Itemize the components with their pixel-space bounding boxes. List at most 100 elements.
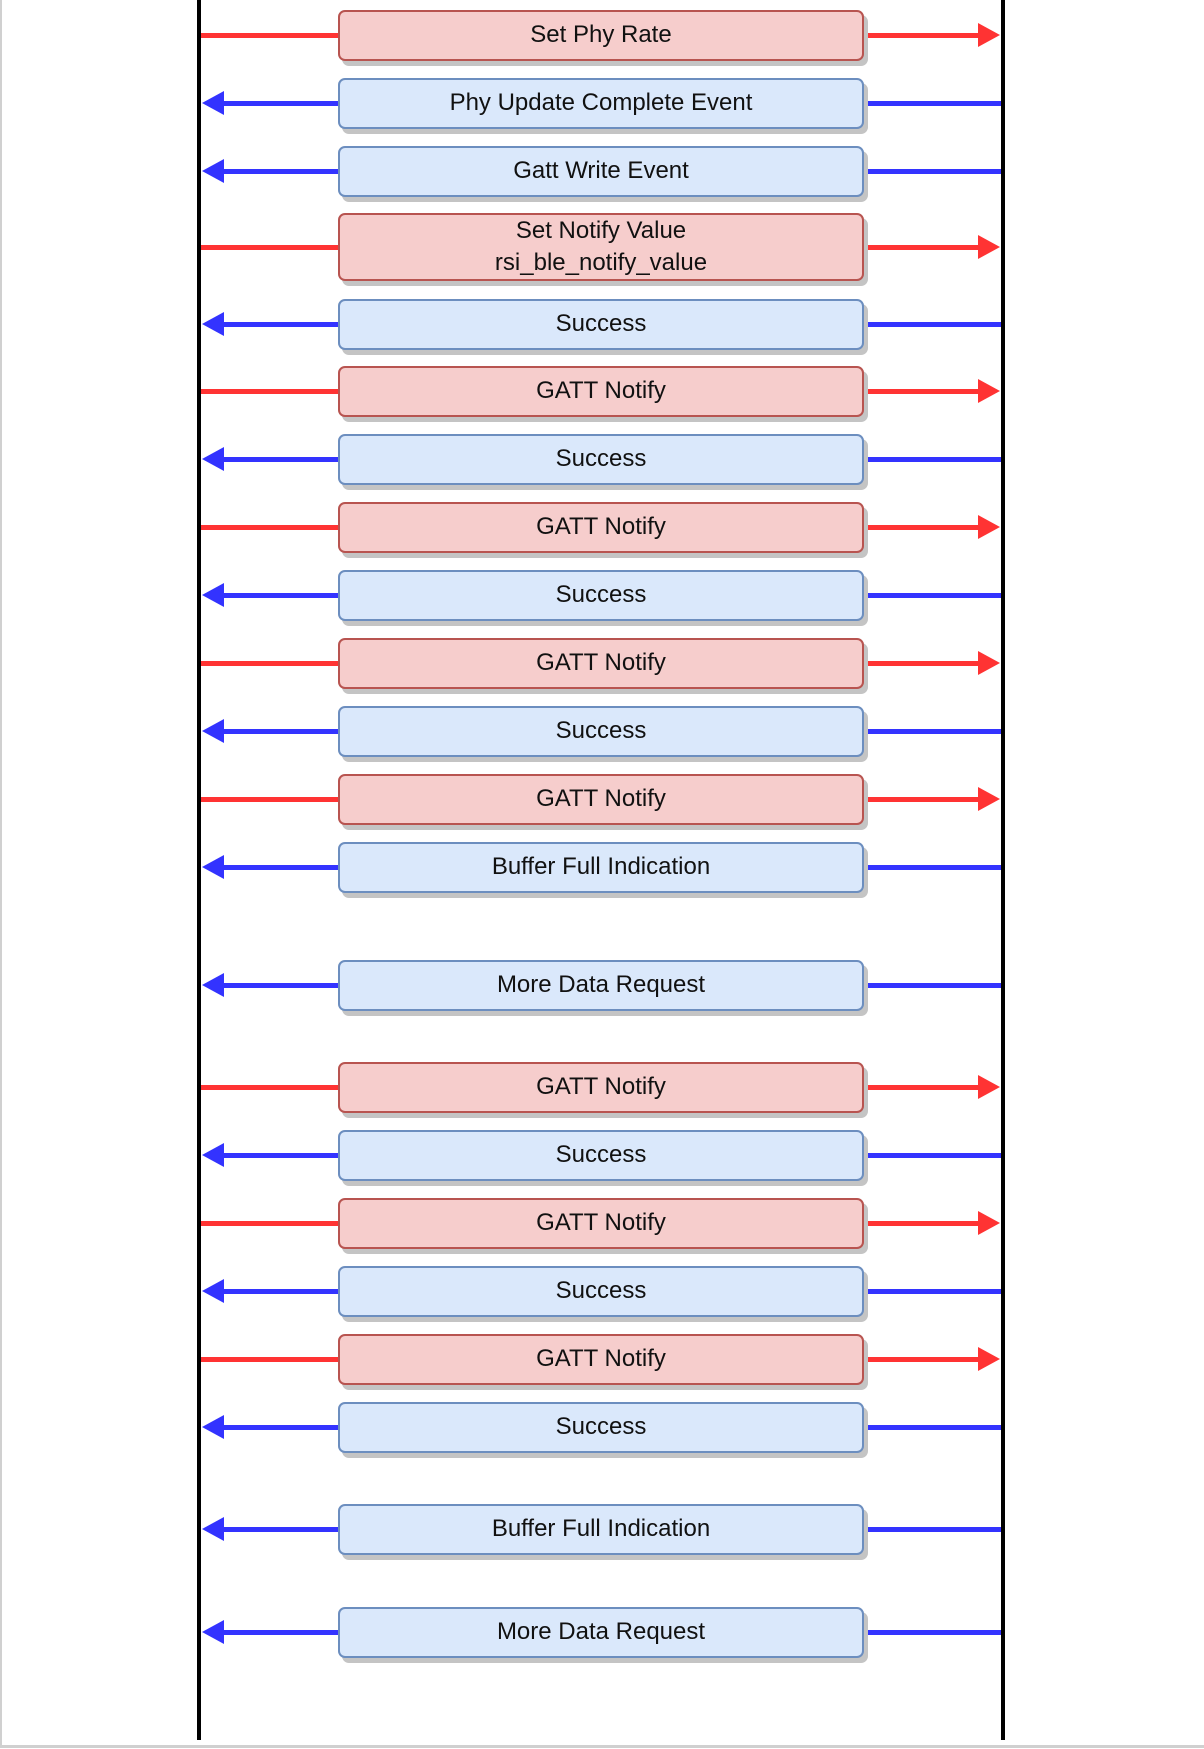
response-message-box: Success [338,433,864,485]
arrow-line-left [201,1085,338,1090]
arrow-line-right [864,457,1001,462]
request-message-box: GATT Notify [338,501,864,553]
arrow-line-right [864,797,980,802]
response-message-box: More Data Request [338,959,864,1011]
response-message-box: Success [338,1129,864,1181]
message-label: Success [555,310,647,337]
arrow-line-left [215,322,338,327]
arrow-line-left [215,169,338,174]
arrowhead-left-icon [202,91,224,115]
message-label: Success [555,445,647,472]
response-message-box: Phy Update Complete Event [338,77,864,129]
arrowhead-right-icon [978,515,1000,539]
response-message-box: Buffer Full Indication [338,1503,864,1555]
message-label: rsi_ble_notify_value [494,249,708,276]
arrow-line-right [864,983,1001,988]
arrow-line-left [201,1221,338,1226]
arrowhead-right-icon [978,787,1000,811]
message-label: GATT Notify [536,649,666,676]
arrowhead-left-icon [202,1279,224,1303]
arrow-line-right [864,169,1001,174]
message-label: Phy Update Complete Event [449,89,753,116]
message-label: GATT Notify [536,1345,666,1372]
request-message-box: GATT Notify [338,1197,864,1249]
arrow-line-right [864,322,1001,327]
message-label: GATT Notify [536,1209,666,1236]
arrow-line-left [215,101,338,106]
message-label: GATT Notify [536,377,666,404]
arrowhead-left-icon [202,1143,224,1167]
message-label: More Data Request [496,971,706,998]
arrow-line-left [215,865,338,870]
request-message-box: Set Phy Rate [338,9,864,61]
message-label: Success [555,1277,647,1304]
response-message-box: Buffer Full Indication [338,841,864,893]
arrow-line-right [864,525,980,530]
arrow-line-left [201,389,338,394]
request-message-box: GATT Notify [338,1061,864,1113]
request-message-box: GATT Notify [338,773,864,825]
arrow-line-right [864,1425,1001,1430]
arrow-line-left [215,983,338,988]
arrow-line-left [215,729,338,734]
message-label: Buffer Full Indication [491,853,711,880]
arrow-line-left [201,33,338,38]
arrowhead-right-icon [978,1211,1000,1235]
response-message-box: Success [338,1265,864,1317]
arrow-line-right [864,101,1001,106]
arrow-line-left [215,457,338,462]
arrow-line-left [215,1630,338,1635]
arrow-line-left [215,1153,338,1158]
arrowhead-right-icon [978,1075,1000,1099]
message-label: GATT Notify [536,513,666,540]
arrow-line-right [864,1085,980,1090]
arrowhead-left-icon [202,973,224,997]
arrow-line-left [201,797,338,802]
arrow-line-right [864,1289,1001,1294]
arrow-line-right [864,661,980,666]
arrowhead-left-icon [202,719,224,743]
arrow-line-right [864,593,1001,598]
arrow-line-left [201,1357,338,1362]
message-label: Success [555,1413,647,1440]
arrowhead-left-icon [202,447,224,471]
arrowhead-left-icon [202,1415,224,1439]
arrowhead-right-icon [978,379,1000,403]
request-message-box: GATT Notify [338,1333,864,1385]
arrow-line-right [864,1357,980,1362]
message-label: Gatt Write Event [513,157,689,184]
arrow-line-left [201,661,338,666]
arrowhead-right-icon [978,23,1000,47]
arrowhead-left-icon [202,855,224,879]
arrowhead-right-icon [978,1347,1000,1371]
arrow-line-left [215,1425,338,1430]
request-message-box: GATT Notify [338,637,864,689]
arrow-line-right [864,389,980,394]
arrow-line-right [864,1153,1001,1158]
request-message-box: GATT Notify [338,365,864,417]
message-label: More Data Request [496,1618,706,1645]
response-message-box: Success [338,1401,864,1453]
arrow-line-right [864,865,1001,870]
arrow-line-right [864,1221,980,1226]
arrowhead-left-icon [202,583,224,607]
right-lifeline [1001,0,1005,1740]
left-lifeline [197,0,201,1740]
arrow-line-left [201,525,338,530]
arrowhead-left-icon [202,159,224,183]
arrow-line-left [215,593,338,598]
arrow-line-left [215,1527,338,1532]
arrow-line-left [215,1289,338,1294]
arrowhead-left-icon [202,1517,224,1541]
message-label: Set Phy Rate [530,21,672,48]
message-label: Set Notify Value [515,217,687,244]
arrowhead-left-icon [202,312,224,336]
message-label: Success [555,581,647,608]
request-message-box: Set Notify Value rsi_ble_notify_value [338,213,864,281]
response-message-box: Success [338,705,864,757]
arrow-line-right [864,1630,1001,1635]
message-label: GATT Notify [536,785,666,812]
arrow-line-left [201,245,338,250]
arrow-line-right [864,33,980,38]
message-label: Buffer Full Indication [491,1515,711,1542]
